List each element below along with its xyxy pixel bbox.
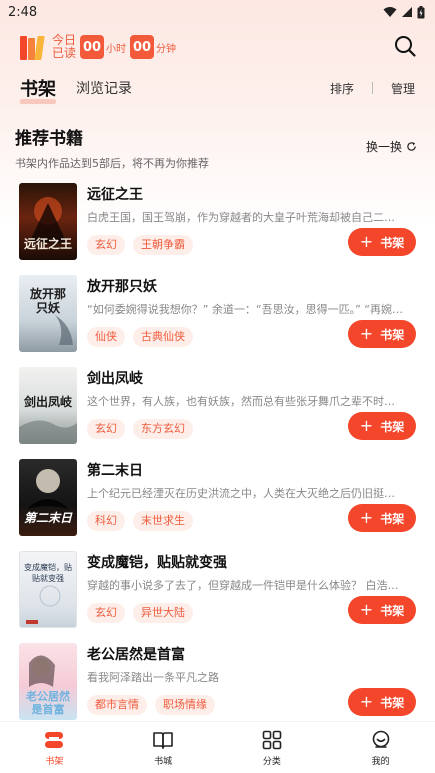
book-title[interactable]: 剑出凤岐 <box>87 368 143 388</box>
tab-history[interactable]: 浏览记录 <box>76 78 132 98</box>
nav-bookshelf-label: 书架 <box>45 756 64 767</box>
add-to-shelf-label: 书架 <box>380 695 405 710</box>
swap-label: 换一换 <box>365 140 402 154</box>
grid-icon <box>262 730 282 749</box>
book-tag[interactable]: 玄幻 <box>87 419 125 439</box>
book-item[interactable]: 剑出凤岐 剑出凤岐 这个世界，有人族，也有妖族，然而总有些张牙舞爪之辈不时… 玄… <box>0 367 435 459</box>
book-cover-title: 第二末日 <box>23 511 72 525</box>
add-to-shelf-label: 书架 <box>380 235 405 250</box>
book-tag[interactable]: 仙侠 <box>87 327 125 347</box>
book-tag[interactable]: 玄幻 <box>87 235 125 255</box>
add-to-shelf-label: 书架 <box>380 419 405 434</box>
shelf-tabs: 书架 浏览记录 排序 管理 <box>0 70 435 106</box>
plus-icon: + <box>359 508 374 527</box>
book-cover[interactable]: 第二末日 <box>19 459 77 536</box>
book-item[interactable]: 放开那只妖 放开那只妖 “如何委婉得说我想你？” 余道一：“吾思汝，思得一匹。”… <box>0 275 435 367</box>
book-desc: 上个纪元已经湮灭在历史洪流之中，人类在大灭绝之后仍旧挺… <box>87 487 395 500</box>
book-tag[interactable]: 异世大陆 <box>133 603 193 623</box>
plus-icon: + <box>359 692 374 711</box>
plus-icon: + <box>359 324 374 343</box>
plus-icon: + <box>359 416 374 435</box>
book-tag[interactable]: 科幻 <box>87 511 125 531</box>
add-to-shelf-button[interactable]: + 书架 <box>348 596 416 624</box>
book-cover[interactable]: 剑出凤岐 <box>19 367 77 444</box>
book-title[interactable]: 变成魔铠，贴贴就变强 <box>87 552 227 572</box>
manage-button[interactable]: 管理 <box>391 80 415 97</box>
signal-icon <box>402 7 412 17</box>
book-tag[interactable]: 玄幻 <box>87 603 125 623</box>
nav-bookshelf[interactable]: 书架 <box>0 722 109 773</box>
book-cover-title: 远征之王 <box>23 237 72 251</box>
plus-icon: + <box>359 232 374 251</box>
minutes-value: 00 <box>130 35 154 59</box>
book-title[interactable]: 远征之王 <box>87 184 143 204</box>
book-cover-title: 老公居然是首富 <box>26 690 70 716</box>
book-item[interactable]: 变成魔铠，贴贴就变强 变成魔铠，贴贴就变强 穿越的事小说多了去了，但穿越成一件铠… <box>0 551 435 643</box>
nav-profile[interactable]: 我的 <box>326 722 435 773</box>
book-cover[interactable]: 放开那只妖 <box>19 275 77 352</box>
app-logo-icon <box>20 34 46 60</box>
nav-category[interactable]: 分类 <box>218 722 327 773</box>
hours-value: 00 <box>80 35 104 59</box>
nav-category-label: 分类 <box>262 756 281 767</box>
swap-button[interactable]: 换一换 <box>366 138 417 155</box>
book-desc: 穿越的事小说多了去了，但穿越成一件铠甲是什么体验？ 白浩… <box>87 579 399 592</box>
book-item[interactable]: 远征之王 远征之王 白虎王国，国王驾崩，作为穿越者的大皇子叶荒海却被自己二… 玄… <box>0 183 435 275</box>
refresh-icon <box>407 142 416 151</box>
add-to-shelf-button[interactable]: + 书架 <box>348 688 416 716</box>
book-tag[interactable]: 古典仙侠 <box>133 327 193 347</box>
search-icon[interactable] <box>393 34 417 58</box>
book-cover[interactable]: 远征之王 <box>19 183 77 260</box>
recommend-note: 书架内作品达到5部后，将不再为你推荐 <box>15 157 209 170</box>
book-tag[interactable]: 东方玄幻 <box>133 419 193 439</box>
book-tag[interactable]: 都市言情 <box>87 695 147 715</box>
book-cover-title: 剑出凤岐 <box>23 395 72 409</box>
status-bar: 2:48 <box>0 0 435 24</box>
nav-bookstore[interactable]: 书城 <box>109 722 218 773</box>
battery-icon <box>417 5 425 18</box>
add-to-shelf-button[interactable]: + 书架 <box>348 228 416 256</box>
book-title[interactable]: 放开那只妖 <box>87 276 157 296</box>
app-header: 今日已读 00 小时 00 分钟 <box>0 24 435 70</box>
book-title[interactable]: 第二末日 <box>87 460 143 480</box>
recommend-book-list: 远征之王 远征之王 白虎王国，国王驾崩，作为穿越者的大皇子叶荒海却被自己二… 玄… <box>0 183 435 735</box>
bottom-nav: 书架 书城 分类 我的 <box>0 721 435 773</box>
book-desc: 这个世界，有人族，也有妖族，然而总有些张牙舞爪之辈不时… <box>87 395 395 408</box>
recommend-title: 推荐书籍 <box>15 129 83 149</box>
divider <box>371 82 373 94</box>
add-to-shelf-button[interactable]: + 书架 <box>348 504 416 532</box>
book-tag[interactable]: 末世求生 <box>133 511 193 531</box>
add-to-shelf-button[interactable]: + 书架 <box>348 412 416 440</box>
recommend-header: 推荐书籍 书架内作品达到5部后，将不再为你推荐 换一换 <box>0 106 435 170</box>
book-title[interactable]: 老公居然是首富 <box>87 644 185 664</box>
status-time: 2:48 <box>8 4 38 20</box>
today-read-label: 今日已读 <box>52 33 77 60</box>
book-cover[interactable]: 老公居然是首富 <box>19 643 77 720</box>
book-tag[interactable]: 职场情缘 <box>155 695 215 715</box>
hours-unit: 小时 <box>106 43 126 55</box>
bookshelf-icon <box>45 731 64 748</box>
add-to-shelf-button[interactable]: + 书架 <box>348 320 416 348</box>
book-item[interactable]: 第二末日 第二末日 上个纪元已经湮灭在历史洪流之中，人类在大灭绝之后仍旧挺… 科… <box>0 459 435 551</box>
book-cover-title: 放开那只妖 <box>29 287 66 315</box>
book-desc: “如何委婉得说我想你？” 余道一：“吾思汝，思得一匹。” “再婉… <box>87 303 403 316</box>
add-to-shelf-label: 书架 <box>380 603 405 618</box>
nav-profile-label: 我的 <box>371 756 390 767</box>
book-desc: 白虎王国，国王驾崩，作为穿越者的大皇子叶荒海却被自己二… <box>87 211 395 224</box>
profile-icon <box>372 730 389 748</box>
wifi-icon <box>383 7 397 17</box>
plus-icon: + <box>359 600 374 619</box>
sort-button[interactable]: 排序 <box>330 80 354 97</box>
tab-bookshelf[interactable]: 书架 <box>20 75 56 104</box>
nav-bookstore-label: 书城 <box>154 756 173 767</box>
minutes-unit: 分钟 <box>156 43 176 55</box>
book-cover[interactable]: 变成魔铠，贴贴就变强 <box>19 551 77 628</box>
book-desc: 看我阿泽踏出一条平凡之路 <box>87 671 219 684</box>
book-cover-title: 变成魔铠，贴贴就变强 <box>24 563 72 583</box>
add-to-shelf-label: 书架 <box>380 511 405 526</box>
book-tag[interactable]: 王朝争霸 <box>133 235 193 255</box>
add-to-shelf-label: 书架 <box>380 327 405 342</box>
book-open-icon <box>153 731 173 749</box>
